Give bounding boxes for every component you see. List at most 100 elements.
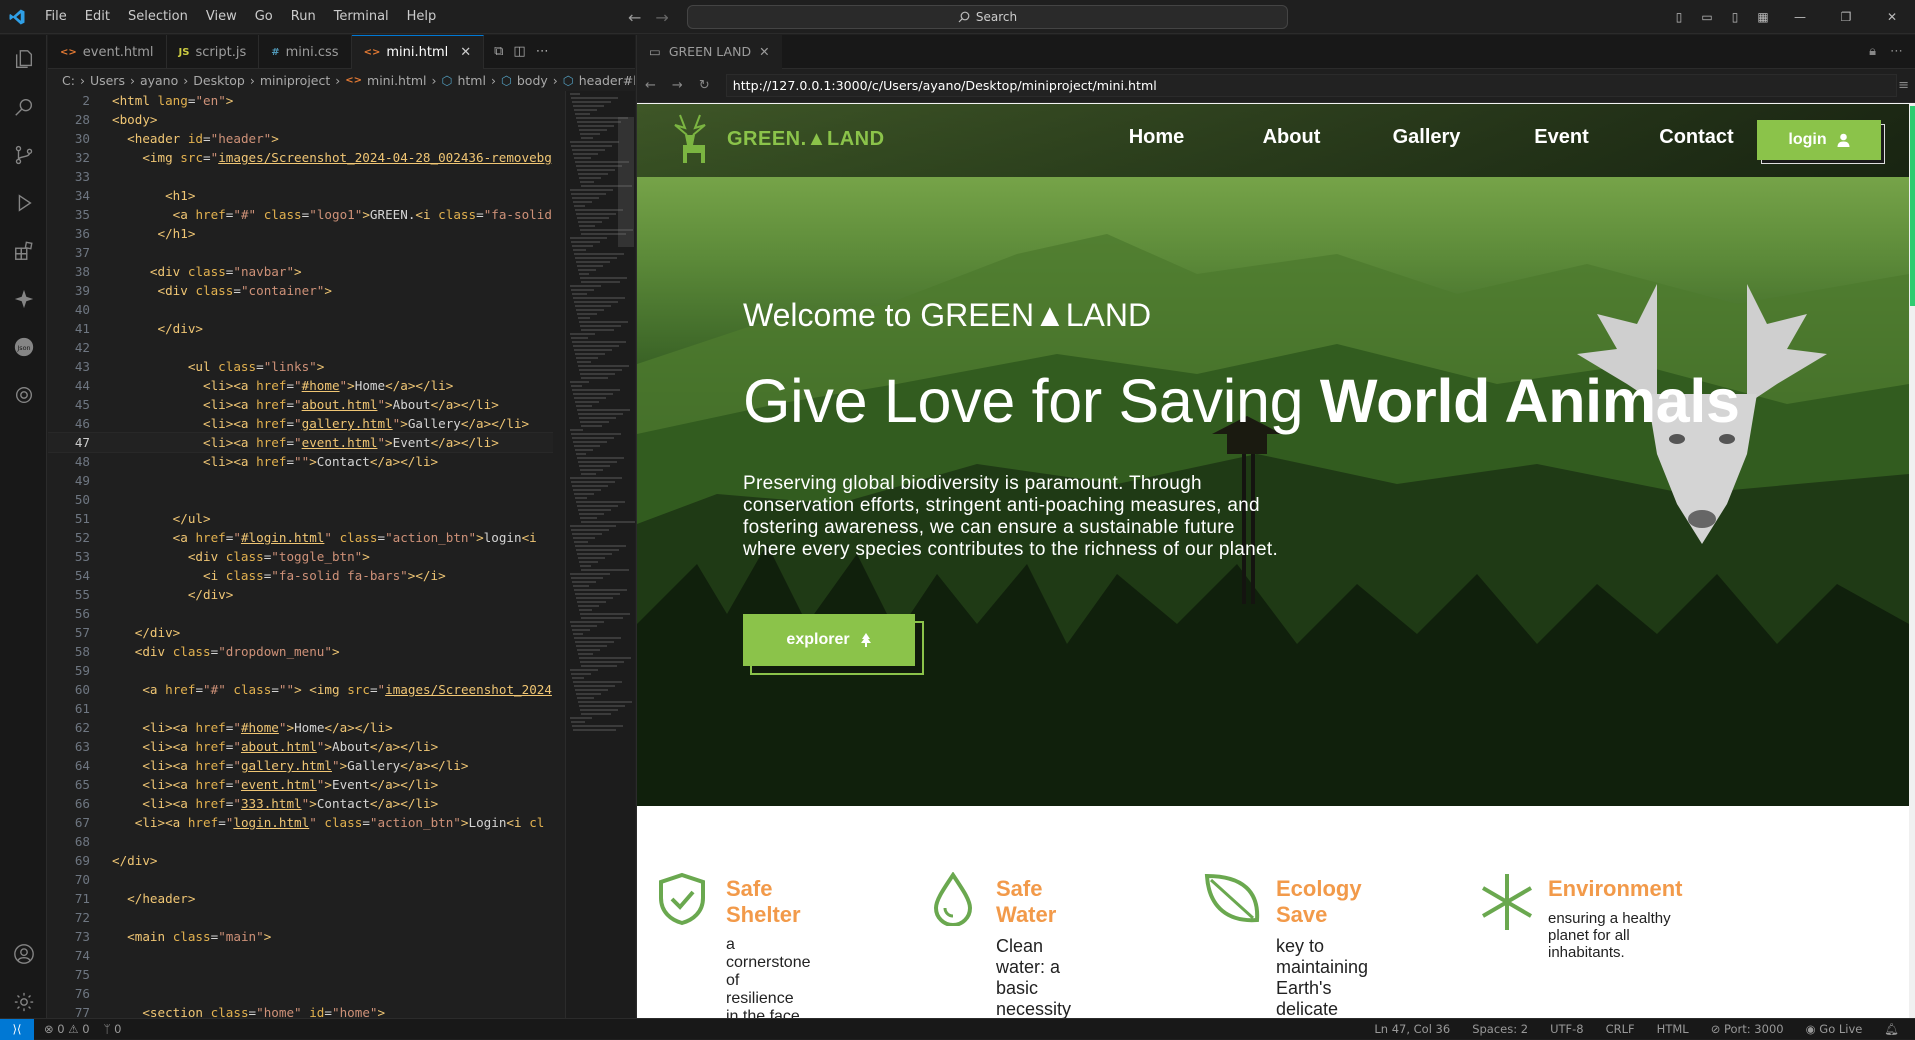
breadcrumb-item[interactable]: mini.html <box>367 73 427 88</box>
code-line[interactable]: 40 <box>48 300 553 319</box>
code-line[interactable]: 42 <box>48 338 553 357</box>
code-line[interactable]: 77 <section class="home" id="home"> <box>48 1003 553 1018</box>
lock-icon[interactable]: 🔒︎ <box>1869 44 1876 59</box>
code-line[interactable]: 50 <box>48 490 553 509</box>
code-line[interactable]: 41 </div> <box>48 319 553 338</box>
toggle-secondary-sidebar-icon[interactable]: ▯ <box>1721 10 1749 24</box>
explorer-icon[interactable] <box>0 35 47 83</box>
breadcrumb-item[interactable]: body <box>517 73 548 88</box>
copilot-sparkle-icon[interactable] <box>0 275 47 323</box>
code-line[interactable]: 75 <box>48 965 553 984</box>
code-line[interactable]: 65 <li><a href="event.html">Event</a></l… <box>48 775 553 794</box>
nav-home[interactable]: Home <box>1089 126 1224 149</box>
toggle-panel-icon[interactable]: ▭ <box>1693 10 1721 24</box>
code-line[interactable]: 74 <box>48 946 553 965</box>
code-line[interactable]: 61 <box>48 699 553 718</box>
code-line[interactable]: 39 <div class="container"> <box>48 281 553 300</box>
close-tab-icon[interactable]: ✕ <box>460 45 471 60</box>
back-arrow-icon[interactable]: ← <box>645 78 656 93</box>
code-line[interactable]: 59 <box>48 661 553 680</box>
code-line[interactable]: 33 <box>48 167 553 186</box>
search-view-icon[interactable] <box>0 83 47 131</box>
tab-mini-html[interactable]: <> mini.html ✕ <box>351 35 485 69</box>
code-line[interactable]: 71 </header> <box>48 889 553 908</box>
breadcrumb-item[interactable]: Desktop <box>193 73 245 88</box>
menu-icon[interactable]: ≡ <box>1898 78 1909 93</box>
cursor-position[interactable]: Ln 47, Col 36 <box>1374 1022 1450 1036</box>
code-line[interactable]: 48 <li><a href="">Contact</a></li> <box>48 452 553 471</box>
code-line[interactable]: 35 <a href="#" class="logo1">GREEN.<i cl… <box>48 205 553 224</box>
code-line[interactable]: 62 <li><a href="#home">Home</a></li> <box>48 718 553 737</box>
code-line[interactable]: 53 <div class="toggle_btn"> <box>48 547 553 566</box>
code-line[interactable]: 52 <a href="#login.html" class="action_b… <box>48 528 553 547</box>
menu-terminal[interactable]: Terminal <box>325 0 398 34</box>
open-preview-icon[interactable]: ⧉ <box>494 44 503 59</box>
code-line[interactable]: 64 <li><a href="gallery.html">Gallery</a… <box>48 756 553 775</box>
code-line[interactable]: 37 <box>48 243 553 262</box>
code-line[interactable]: 56 <box>48 604 553 623</box>
tab-mini-css[interactable]: # mini.css <box>259 35 352 69</box>
close-window-button[interactable]: ✕ <box>1869 10 1915 24</box>
login-button[interactable]: login <box>1757 120 1881 160</box>
code-line[interactable]: 69 </div> <box>48 851 553 870</box>
minimap-slider[interactable] <box>618 117 634 247</box>
chatgpt-icon[interactable] <box>0 371 47 419</box>
code-editor[interactable]: 2 <html lang="en"> 28 <body> 30 <header id="… <box>48 91 553 1018</box>
site-logo[interactable]: GREEN.▲LAND <box>727 128 885 151</box>
nav-contact[interactable]: Contact <box>1629 126 1764 149</box>
menu-help[interactable]: Help <box>398 0 446 34</box>
breadcrumb-item[interactable]: header#hea <box>579 73 635 88</box>
scrollbar-thumb[interactable] <box>1910 106 1915 306</box>
forward-arrow-icon[interactable]: → <box>672 78 683 93</box>
go-live-button[interactable]: ◉ Go Live <box>1806 1022 1863 1036</box>
remote-indicator-icon[interactable]: ⟩⟨ <box>0 1018 34 1040</box>
code-line[interactable]: 2 <html lang="en"> <box>48 91 553 110</box>
code-line[interactable]: 73 <main class="main"> <box>48 927 553 946</box>
live-server-port[interactable]: ⊘ Port: 3000 <box>1711 1022 1784 1036</box>
breadcrumb-item[interactable]: C: <box>62 73 75 88</box>
menu-selection[interactable]: Selection <box>119 0 197 34</box>
source-control-icon[interactable] <box>0 131 47 179</box>
code-line[interactable]: 70 <box>48 870 553 889</box>
customize-layout-icon[interactable]: ▦ <box>1749 10 1777 24</box>
code-line[interactable]: 32 <img src="images/Screenshot_2024-04-2… <box>48 148 553 167</box>
menu-edit[interactable]: Edit <box>76 0 119 34</box>
code-line[interactable]: 66 <li><a href="333.html">Contact</a></l… <box>48 794 553 813</box>
forward-arrow-icon[interactable]: → <box>655 8 668 27</box>
code-line[interactable]: 34 <h1> <box>48 186 553 205</box>
indentation[interactable]: Spaces: 2 <box>1472 1022 1528 1036</box>
code-line[interactable]: 46 <li><a href="gallery.html">Gallery</a… <box>48 414 553 433</box>
breadcrumb-item[interactable]: Users <box>90 73 125 88</box>
code-line[interactable]: 58 <div class="dropdown_menu"> <box>48 642 553 661</box>
extensions-icon[interactable] <box>0 227 47 275</box>
breadcrumb-item[interactable]: html <box>457 73 485 88</box>
code-line[interactable]: 28 <body> <box>48 110 553 129</box>
language-mode[interactable]: HTML <box>1657 1022 1689 1036</box>
tab-event-html[interactable]: <> event.html <box>48 35 167 69</box>
code-line[interactable]: 55 </div> <box>48 585 553 604</box>
split-editor-icon[interactable]: ◫ <box>513 44 525 59</box>
code-line[interactable]: 43 <ul class="links"> <box>48 357 553 376</box>
menu-file[interactable]: File <box>36 0 76 34</box>
code-line[interactable]: 60 <a href="#" class=""> <img src="image… <box>48 680 553 699</box>
close-tab-icon[interactable]: ✕ <box>759 44 769 59</box>
code-line[interactable]: 54 <i class="fa-solid fa-bars"></i> <box>48 566 553 585</box>
code-line[interactable]: 51 </ul> <box>48 509 553 528</box>
accounts-icon[interactable] <box>0 930 47 978</box>
code-line[interactable]: 68 <box>48 832 553 851</box>
code-line[interactable]: 38 <div class="navbar"> <box>48 262 553 281</box>
code-line[interactable]: 30 <header id="header"> <box>48 129 553 148</box>
reload-icon[interactable]: ↻ <box>699 78 710 93</box>
ports-indicator[interactable]: ᛘ 0 <box>104 1022 122 1036</box>
nav-gallery[interactable]: Gallery <box>1359 126 1494 149</box>
code-line[interactable]: 57 </div> <box>48 623 553 642</box>
restore-button[interactable]: ❐ <box>1823 10 1869 24</box>
code-line[interactable]: 76 <box>48 984 553 1003</box>
problems-indicator[interactable]: ⊗ 0 ⚠ 0 <box>44 1022 90 1036</box>
code-line[interactable]: 47 <li><a href="event.html">Event</a></l… <box>48 432 553 453</box>
command-center-search[interactable]: Search <box>687 5 1288 29</box>
json-icon[interactable]: Json <box>0 323 47 371</box>
code-line[interactable]: 44 <li><a href="#home">Home</a></li> <box>48 376 553 395</box>
menu-go[interactable]: Go <box>246 0 282 34</box>
explore-button[interactable]: explorer <box>743 614 915 666</box>
